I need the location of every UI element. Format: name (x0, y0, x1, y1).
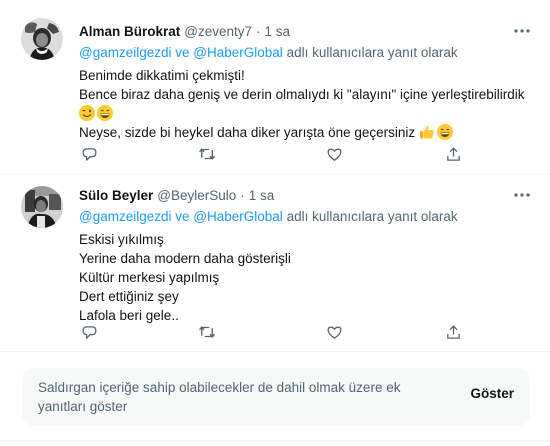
grin-emoji-icon (97, 105, 113, 121)
reply-suffix: adlı kullanıcılara yanıt olarak (286, 45, 458, 60)
tweet-line: Neyse, sizde bi heykel daha diker yarışt… (79, 125, 416, 140)
avatar[interactable] (21, 18, 63, 60)
show-button[interactable]: Göster (470, 386, 514, 401)
reply-icon[interactable] (79, 322, 99, 342)
thumbs-up-emoji-icon (419, 124, 435, 140)
more-icon[interactable] (512, 185, 532, 205)
tweet-line: Benimde dikkatimi çekmişti! (79, 68, 245, 83)
mention-link[interactable]: @gamzeilgezdi (79, 209, 172, 224)
author-handle[interactable]: @BeylerSulo (157, 188, 236, 203)
heart-icon[interactable] (324, 322, 344, 342)
wink-emoji-icon (79, 105, 95, 121)
tweet-line: Yerine daha modern daha gösterişli (79, 251, 291, 266)
timestamp[interactable]: 1 sa (249, 188, 275, 203)
emoji-line (79, 104, 536, 123)
separator-dot: · (256, 23, 261, 39)
separator-dot: · (240, 187, 245, 203)
tweet-line: Kültür merkesi yapılmış (79, 270, 220, 285)
author-name[interactable]: Alman Bürokrat (79, 24, 180, 39)
mention-link[interactable]: @HaberGlobal (193, 45, 283, 60)
tweet-header: Sülo Beyler @BeylerSulo · 1 sa (79, 185, 536, 205)
share-icon[interactable] (443, 322, 463, 342)
reply-context: @gamzeilgezdi ve @HaberGlobal adlı kulla… (79, 43, 536, 63)
show-more-replies-text: Saldırgan içeriğe sahip olabilecekler de… (38, 380, 401, 414)
timestamp[interactable]: 1 sa (265, 24, 291, 39)
heart-icon[interactable] (324, 144, 344, 164)
retweet-icon[interactable] (197, 322, 217, 342)
tweet-line: Eskisi yıkılmış (79, 232, 164, 247)
reply-icon[interactable] (79, 144, 99, 164)
tweet-line: Dert ettiğiniz şey (79, 289, 179, 304)
reply-suffix: adlı kullanıcılara yanıt olarak (286, 209, 458, 224)
tweet-text: Benimde dikkatimi çekmişti! Bence biraz … (79, 66, 536, 142)
tweet[interactable]: Alman Bürokrat @zeventy7 · 1 sa @gamzeil… (0, 0, 550, 175)
show-more-replies-notice: Saldırgan içeriğe sahip olabilecekler de… (22, 368, 530, 426)
tweet-actions (79, 322, 474, 342)
tweet[interactable]: Sülo Beyler @BeylerSulo · 1 sa @gamzeilg… (0, 175, 550, 352)
tweet-actions (79, 144, 474, 164)
reply-and: ve (175, 209, 190, 224)
reply-context: @gamzeilgezdi ve @HaberGlobal adlı kulla… (79, 207, 536, 227)
reply-and: ve (175, 45, 190, 60)
divider (0, 440, 550, 441)
tweet-line-with-emoji: Neyse, sizde bi heykel daha diker yarışt… (79, 123, 536, 142)
mention-link[interactable]: @gamzeilgezdi (79, 45, 172, 60)
grin-emoji-icon (436, 124, 453, 140)
avatar[interactable] (21, 186, 63, 228)
more-icon[interactable] (512, 21, 532, 41)
share-icon[interactable] (443, 144, 463, 164)
mention-link[interactable]: @HaberGlobal (193, 209, 283, 224)
tweet-header: Alman Bürokrat @zeventy7 · 1 sa (79, 21, 536, 41)
author-name[interactable]: Sülo Beyler (79, 188, 153, 203)
tweet-text: Eskisi yıkılmış Yerine daha modern daha … (79, 230, 536, 325)
tweet-content: Alman Bürokrat @zeventy7 · 1 sa @gamzeil… (79, 21, 536, 142)
retweet-icon[interactable] (197, 144, 217, 164)
author-handle[interactable]: @zeventy7 (184, 24, 252, 39)
tweet-content: Sülo Beyler @BeylerSulo · 1 sa @gamzeilg… (79, 185, 536, 325)
tweet-line: Bence biraz daha geniş ve derin olmalıyd… (79, 87, 525, 102)
